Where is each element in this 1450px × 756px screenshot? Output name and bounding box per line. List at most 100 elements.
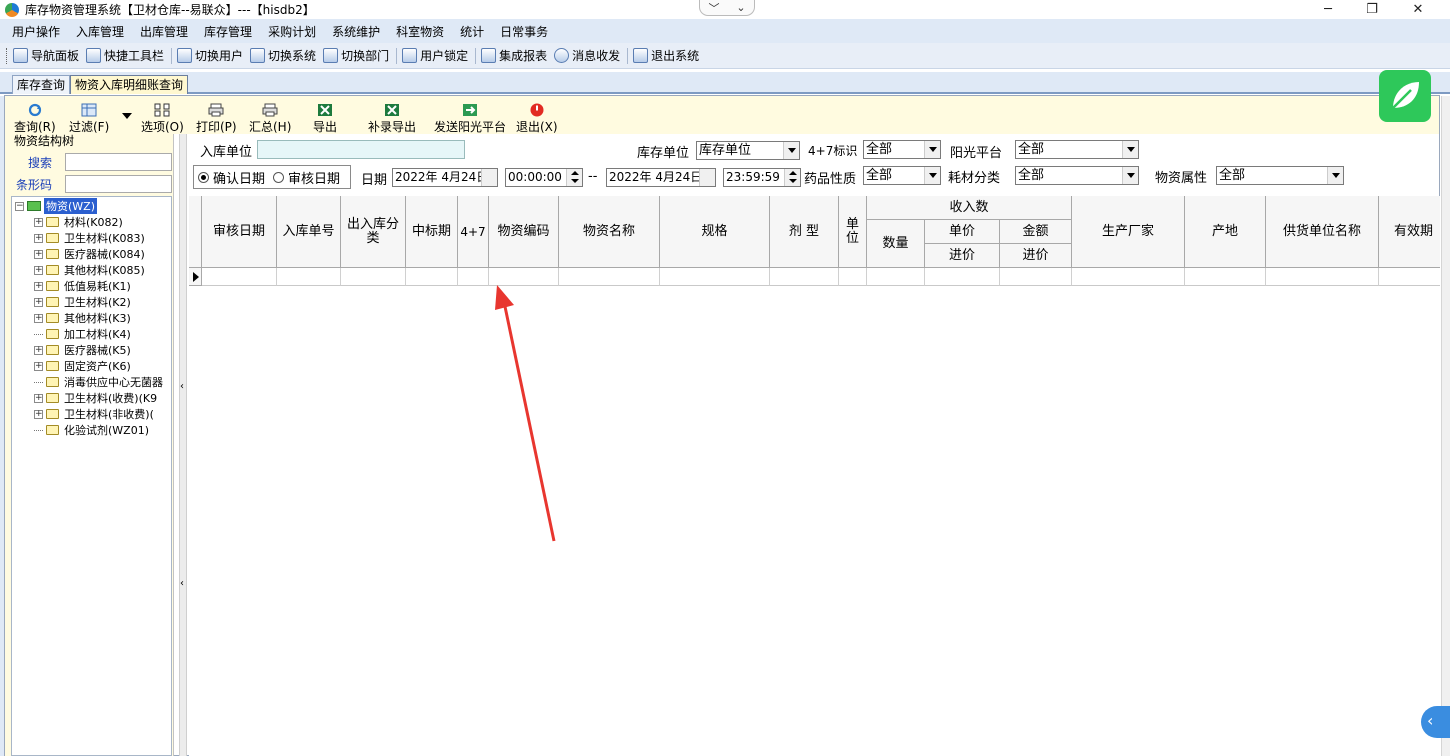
- table-row-cell[interactable]: [1000, 268, 1072, 286]
- col-group-income[interactable]: 收入数: [867, 196, 1072, 220]
- expand-icon[interactable]: +: [34, 361, 43, 371]
- audit-date-label[interactable]: 审核日期: [288, 168, 340, 187]
- col-purchase-price[interactable]: 进价: [925, 244, 1000, 268]
- time-to-spinner[interactable]: 23:59:59: [723, 168, 801, 187]
- tree-item[interactable]: + 固定资产(K6): [34, 358, 131, 374]
- chevron-down-icon[interactable]: [783, 142, 799, 159]
- in-unit-input[interactable]: [257, 140, 465, 159]
- table-row-cell[interactable]: [1379, 268, 1440, 286]
- restore-button[interactable]: ❐: [1350, 0, 1394, 19]
- consumable-select[interactable]: 全部: [1015, 166, 1139, 185]
- expand-icon[interactable]: +: [34, 313, 43, 323]
- tree-item[interactable]: + 卫生材料(收费)(K9: [34, 390, 157, 406]
- col-unit-price[interactable]: 单价: [925, 220, 1000, 244]
- filter-button[interactable]: 过滤(F): [69, 103, 109, 135]
- table-row-cell[interactable]: [925, 268, 1000, 286]
- expand-icon[interactable]: +: [34, 393, 43, 403]
- expand-icon[interactable]: +: [34, 409, 43, 419]
- col-unit[interactable]: 单位: [839, 196, 867, 268]
- tree-item[interactable]: 消毒供应中心无菌器: [34, 374, 163, 390]
- search-input[interactable]: [65, 153, 172, 171]
- export-button[interactable]: 导出: [313, 103, 337, 135]
- table-row-cell[interactable]: [458, 268, 489, 286]
- messages-button[interactable]: 消息收发: [554, 47, 620, 64]
- tree-item[interactable]: + 其他材料(K3): [34, 310, 131, 326]
- table-row-cell[interactable]: [559, 268, 660, 286]
- chevron-down-icon[interactable]: [924, 141, 940, 158]
- date-to-picker[interactable]: 2022年 4月24日: [606, 168, 716, 187]
- toolbar-grip[interactable]: [6, 47, 9, 64]
- filter-dropdown-icon[interactable]: [122, 113, 132, 119]
- sunshine-select[interactable]: 全部: [1015, 140, 1139, 159]
- current-row-indicator-icon[interactable]: [189, 268, 202, 286]
- tree-item[interactable]: + 卫生材料(非收费)(: [34, 406, 154, 422]
- flag47-select[interactable]: 全部: [863, 140, 941, 159]
- table-row-cell[interactable]: [1185, 268, 1266, 286]
- tree-item[interactable]: 加工材料(K4): [34, 326, 131, 342]
- col-material-code[interactable]: 物资编码: [489, 196, 559, 268]
- chevron-down-icon[interactable]: [1327, 167, 1343, 184]
- table-row-cell[interactable]: [839, 268, 867, 286]
- col-amount[interactable]: 金额: [1000, 220, 1072, 244]
- menu-inbound[interactable]: 入库管理: [70, 23, 130, 40]
- table-row-cell[interactable]: [406, 268, 458, 286]
- menu-inventory[interactable]: 库存管理: [198, 23, 258, 40]
- close-button[interactable]: ✕: [1396, 0, 1440, 19]
- spinner-arrows-icon[interactable]: [566, 169, 582, 186]
- expand-icon[interactable]: +: [34, 233, 43, 243]
- col-supplier-name[interactable]: 供货单位名称: [1266, 196, 1379, 268]
- menu-daily-affairs[interactable]: 日常事务: [494, 23, 554, 40]
- expand-icon[interactable]: +: [34, 265, 43, 275]
- table-row-cell[interactable]: [867, 268, 925, 286]
- time-from-spinner[interactable]: 00:00:00: [505, 168, 583, 187]
- menu-user-ops[interactable]: 用户操作: [6, 23, 66, 40]
- table-row-cell[interactable]: [770, 268, 839, 286]
- col-inout-category[interactable]: 出入库分类: [341, 196, 406, 268]
- tree-item[interactable]: + 卫生材料(K2): [34, 294, 131, 310]
- brand-leaf-logo-icon[interactable]: [1379, 70, 1431, 122]
- switch-system-button[interactable]: 切换系统: [250, 47, 316, 64]
- exit-system-button[interactable]: 退出系统: [633, 47, 699, 64]
- collapse-icon[interactable]: −: [15, 201, 24, 211]
- table-row-cell[interactable]: [660, 268, 770, 286]
- confirm-date-radio[interactable]: [198, 171, 209, 183]
- collapse-left-arrow-icon[interactable]: ‹: [180, 381, 184, 392]
- switch-dept-button[interactable]: 切换部门: [323, 47, 389, 64]
- col-dosage-form[interactable]: 剂 型: [770, 196, 839, 268]
- expand-icon[interactable]: +: [34, 281, 43, 291]
- right-scrollbar[interactable]: [1441, 96, 1450, 756]
- stock-unit-select[interactable]: 库存单位: [696, 141, 800, 160]
- date-from-picker[interactable]: 2022年 4月24日: [392, 168, 498, 187]
- pill-collapse-icon[interactable]: ﹀: [708, 0, 719, 16]
- title-pill-control[interactable]: ﹀ ⌄: [699, 0, 755, 16]
- material-tree[interactable]: − 物资(WZ) + 材料(K082) + 卫生材料(K083) + 医疗器械(K084)…: [11, 196, 172, 756]
- tree-item[interactable]: + 医疗器械(K5): [34, 342, 131, 358]
- col-bid-period[interactable]: 中标期: [406, 196, 458, 268]
- tab-stock-query[interactable]: 库存查询: [12, 75, 71, 94]
- ledger-grid[interactable]: 审核日期 入库单号 出入库分类 中标期 4+7 物资编码 物资名称 规格 剂 型…: [189, 196, 1440, 756]
- pill-chevron-down-icon[interactable]: ⌄: [736, 1, 745, 14]
- chevron-down-icon[interactable]: [1122, 141, 1138, 158]
- minimize-button[interactable]: ─: [1306, 0, 1350, 19]
- integrated-report-button[interactable]: 集成报表: [481, 47, 547, 64]
- table-row-cell[interactable]: [1266, 268, 1379, 286]
- tree-item[interactable]: + 低值易耗(K1): [34, 278, 131, 294]
- options-button[interactable]: 选项(O): [141, 103, 184, 135]
- col-inbound-no[interactable]: 入库单号: [277, 196, 341, 268]
- col-material-name[interactable]: 物资名称: [559, 196, 660, 268]
- send-sunshine-button[interactable]: 发送阳光平台: [434, 103, 506, 135]
- menu-statistics[interactable]: 统计: [454, 23, 490, 40]
- tree-item[interactable]: 化验试剂(WZ01): [34, 422, 149, 438]
- expand-icon[interactable]: +: [34, 249, 43, 259]
- expand-icon[interactable]: +: [34, 345, 43, 355]
- expand-icon[interactable]: +: [34, 297, 43, 307]
- col-manufacturer[interactable]: 生产厂家: [1072, 196, 1185, 268]
- col-audit-date[interactable]: 审核日期: [202, 196, 277, 268]
- spinner-arrows-icon[interactable]: [784, 169, 800, 186]
- table-row-cell[interactable]: [202, 268, 277, 286]
- exit-button[interactable]: 退出(X): [516, 103, 558, 135]
- material-attr-select[interactable]: 全部: [1216, 166, 1344, 185]
- col-spec[interactable]: 规格: [660, 196, 770, 268]
- col-47[interactable]: 4+7: [458, 196, 489, 268]
- menu-purchase-plan[interactable]: 采购计划: [262, 23, 322, 40]
